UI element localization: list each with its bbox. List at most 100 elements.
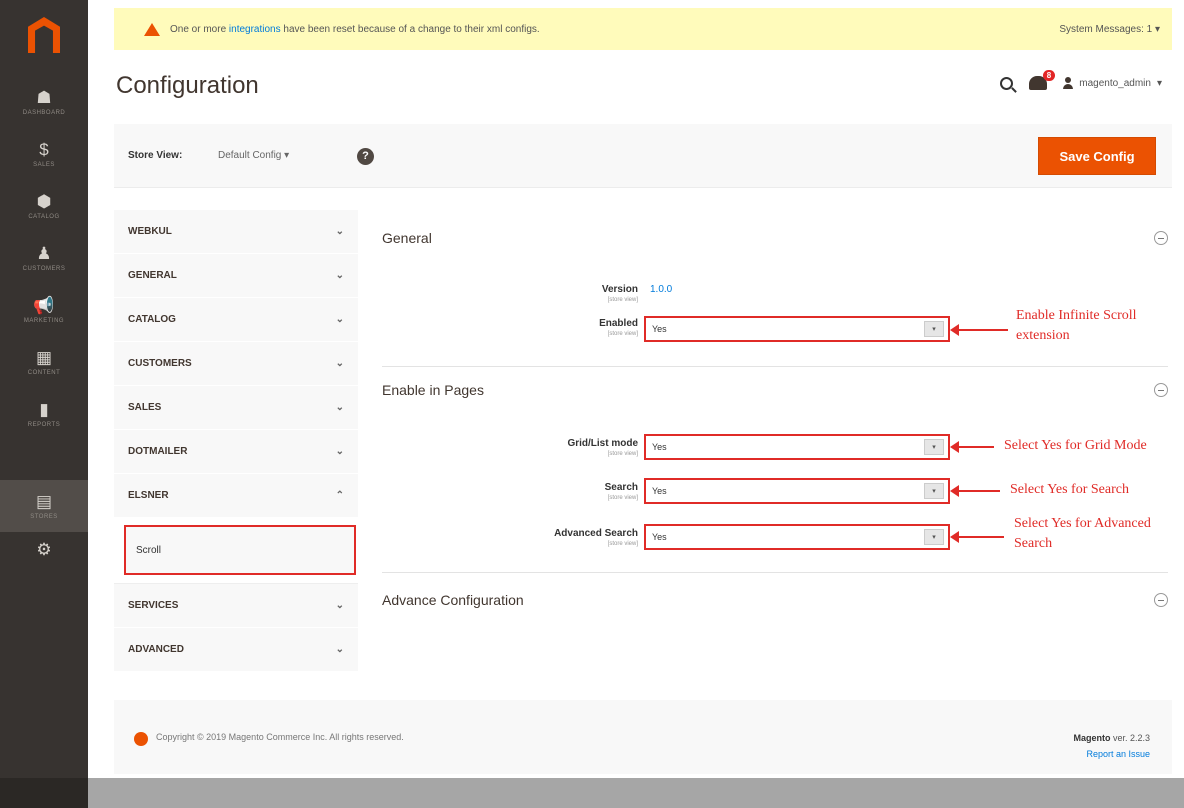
config-tabs: WEBKUL ⌄ GENERAL ⌄ CATALOG ⌄ CUSTOMERS ⌄ SAL…	[114, 210, 358, 672]
select-value: Yes	[652, 324, 667, 334]
chevron-down-icon: ⌄	[335, 226, 344, 237]
select-arrow-icon: ▾	[924, 529, 944, 545]
version-label: Version	[601, 284, 638, 295]
collapse-icon[interactable]	[1154, 231, 1168, 245]
sidebar-item-label: Stores	[30, 513, 58, 520]
select-arrow-icon: ▾	[924, 439, 944, 455]
system-gear-icon: ⚙	[36, 540, 52, 559]
scope-label: [store view]	[607, 541, 638, 547]
select-value: Yes	[652, 442, 667, 452]
bottom-bar	[88, 778, 1184, 808]
section-divider	[382, 366, 1168, 367]
search-icon[interactable]	[1000, 76, 1014, 90]
sidebar-item-customers[interactable]: ♟ Customers	[0, 232, 88, 284]
integrations-link[interactable]: integrations	[229, 24, 281, 35]
collapse-icon[interactable]	[1154, 383, 1168, 397]
tab-dotmailer[interactable]: DOTMAILER ⌄	[114, 430, 358, 474]
annotation-arrow	[950, 441, 994, 453]
sidebar-item-system[interactable]: ⚙	[0, 524, 88, 576]
system-messages-dropdown[interactable]: System Messages: 1 ▾	[1059, 24, 1160, 35]
help-icon[interactable]: ?	[357, 148, 374, 165]
chevron-down-icon: ⌄	[335, 402, 344, 413]
sidebar-item-label: Customers	[22, 265, 66, 272]
user-icon	[1063, 77, 1074, 89]
version-value: 1.0.0	[650, 284, 673, 295]
chevron-down-icon: ⌄	[335, 446, 344, 457]
elsner-submenu: Scroll	[114, 518, 358, 584]
select-arrow-icon: ▾	[924, 483, 944, 499]
footer-version: ver. 2.2.3	[1110, 733, 1150, 743]
chevron-down-icon: ⌄	[335, 644, 344, 655]
message-text-before: One or more	[170, 23, 229, 35]
tab-label: SALES	[128, 402, 162, 413]
chevron-down-icon: ⌄	[335, 358, 344, 369]
grid-list-mode-select[interactable]: Yes ▾	[644, 434, 950, 460]
select-value: Yes	[652, 486, 667, 496]
content-icon: ▦	[35, 347, 53, 367]
sidebar-item-dashboard[interactable]: ☗ Dashboard	[0, 76, 88, 128]
sidebar-item-label: Catalog	[28, 213, 60, 220]
collapse-icon[interactable]	[1154, 593, 1168, 607]
sidebar-item-content[interactable]: ▦ Content	[0, 336, 88, 388]
annotation-arrow	[950, 485, 1000, 497]
sales-icon: $	[39, 139, 49, 159]
section-enable-in-pages-header[interactable]: Enable in Pages	[382, 382, 1168, 398]
tab-elsner[interactable]: ELSNER ⌃	[114, 474, 358, 518]
sidebar-item-reports[interactable]: ▮ Reports	[0, 388, 88, 440]
sidebar-item-marketing[interactable]: 📢 Marketing	[0, 284, 88, 336]
section-advance-configuration-header[interactable]: Advance Configuration	[382, 592, 1168, 608]
page-footer: Copyright © 2019 Magento Commerce Inc. A…	[114, 700, 1172, 774]
sidebar-item-label: Content	[27, 369, 61, 376]
sidebar-item-sales[interactable]: $ Sales	[0, 128, 88, 180]
sidebar-item-label: Marketing	[23, 317, 65, 324]
tab-advanced[interactable]: ADVANCED ⌄	[114, 628, 358, 672]
advanced-search-select[interactable]: Yes ▾	[644, 524, 950, 550]
scope-label: [store view]	[607, 495, 638, 501]
tab-general[interactable]: GENERAL ⌄	[114, 254, 358, 298]
sub-item-scroll[interactable]: Scroll	[124, 525, 356, 575]
sidebar-item-label: Reports	[27, 421, 61, 428]
tab-services[interactable]: SERVICES ⌄	[114, 584, 358, 628]
chevron-up-icon: ⌃	[335, 490, 344, 501]
tab-label: ELSNER	[128, 490, 169, 501]
page-title: Configuration	[116, 72, 259, 99]
chevron-down-icon: ⌄	[335, 270, 344, 281]
sidebar-item-catalog[interactable]: ⬢ Catalog	[0, 180, 88, 232]
tab-sales[interactable]: SALES ⌄	[114, 386, 358, 430]
chevron-down-icon: ▾	[1156, 77, 1162, 89]
version-info: Magento ver. 2.2.3 Report an Issue	[1073, 730, 1150, 762]
chevron-down-icon: ▾	[1154, 23, 1160, 35]
store-view-bar: Store View: Default Config ▾ ? Save Conf…	[114, 124, 1172, 188]
section-divider	[382, 572, 1168, 573]
annotation-arrow	[950, 531, 1004, 543]
magento-footer-logo-icon	[134, 732, 148, 746]
tab-customers[interactable]: CUSTOMERS ⌄	[114, 342, 358, 386]
user-menu[interactable]: magento_admin ▾	[1063, 77, 1162, 89]
magento-logo-icon	[28, 17, 60, 53]
enabled-select[interactable]: Yes ▾	[644, 316, 950, 342]
admin-sidebar: ☗ Dashboard $ Sales ⬢ Catalog ♟ Customer…	[0, 0, 88, 808]
select-value: Yes	[652, 532, 667, 542]
annotation-enable: Enable Infinite Scroll extension	[1016, 308, 1137, 343]
section-title: General	[382, 230, 432, 246]
report-issue-link[interactable]: Report an Issue	[1073, 746, 1150, 762]
tab-webkul[interactable]: WEBKUL ⌄	[114, 210, 358, 254]
sidebar-item-label: Dashboard	[22, 109, 66, 116]
save-config-button[interactable]: Save Config	[1038, 137, 1156, 175]
notifications-bell-icon[interactable]: 8	[1029, 70, 1056, 90]
magento-logo[interactable]	[0, 0, 88, 70]
store-view-label: Store View:	[128, 150, 183, 161]
search-select[interactable]: Yes ▾	[644, 478, 950, 504]
section-title: Enable in Pages	[382, 382, 484, 398]
system-message-text: One or more integrations have been reset…	[170, 24, 1059, 35]
sidebar-item-label: Sales	[33, 161, 55, 168]
version-line: Magento ver. 2.2.3	[1073, 730, 1150, 746]
stores-icon: ▤	[35, 491, 53, 511]
chevron-down-icon: ⌄	[335, 600, 344, 611]
store-view-switcher[interactable]: Default Config ▾	[218, 150, 289, 161]
message-text-after: have been reset because of a change to t…	[280, 23, 540, 35]
tab-catalog[interactable]: CATALOG ⌄	[114, 298, 358, 342]
annotation-search: Select Yes for Search	[1010, 482, 1129, 497]
chevron-down-icon: ▾	[284, 150, 290, 161]
section-general-header[interactable]: General	[382, 230, 1168, 246]
